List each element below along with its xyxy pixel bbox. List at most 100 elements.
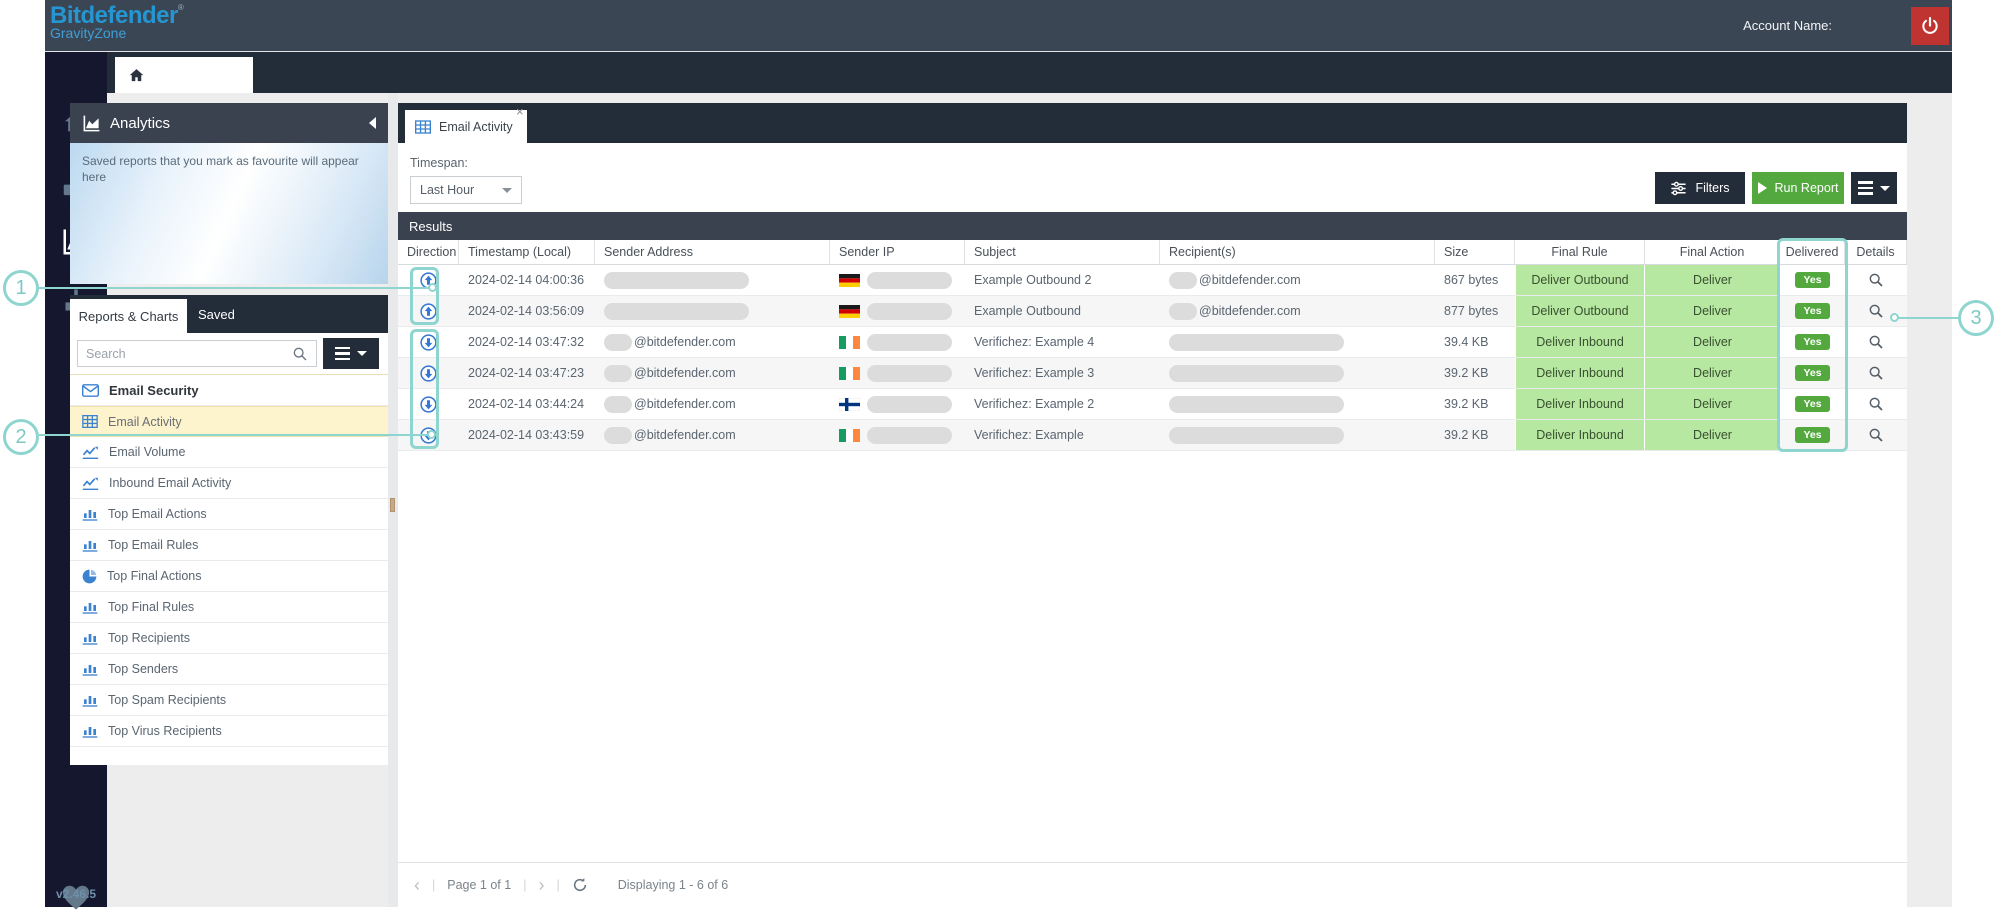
cell-subject: Verifichez: Example 4 [965,327,1160,357]
timespan-label: Timespan: [410,156,468,170]
details-magnifier-icon[interactable] [1868,334,1884,350]
filters-button-label: Filters [1695,181,1729,195]
report-list-item[interactable]: Top Virus Recipients [70,716,388,747]
grid-icon [82,415,98,428]
redacted-text-pill [867,427,952,444]
displaying-count-label: Displaying 1 - 6 of 6 [618,878,728,892]
cell-subject: Example Outbound [965,296,1160,326]
column-header-senderip[interactable]: Sender IP [830,240,965,264]
column-header-rule[interactable]: Final Rule [1515,240,1645,264]
delivered-status-badge: Yes [1795,303,1829,319]
column-header-size[interactable]: Size [1435,240,1515,264]
tab-saved[interactable]: Saved [198,295,235,333]
splitter-grip-handle[interactable] [390,498,395,512]
flag-fi-icon [839,398,860,411]
cell-action: Deliver [1645,296,1780,326]
table-row: 2024-02-14 03:47:32@bitdefender.comVerif… [398,327,1907,358]
cell-subject: Verifichez: Example [965,420,1160,450]
cell-size: 867 bytes [1435,265,1515,295]
timespan-dropdown[interactable]: Last Hour [410,176,522,204]
column-header-details[interactable]: Details [1845,240,1907,264]
results-section-header: Results [398,212,1907,240]
filters-button[interactable]: Filters [1655,172,1745,204]
run-report-button[interactable]: Run Report [1752,172,1844,204]
tab-home[interactable] [115,57,253,93]
details-magnifier-icon[interactable] [1868,272,1884,288]
filters-sliders-icon [1670,181,1687,196]
results-table-header: DirectionTimestamp (Local)Sender Address… [398,240,1907,265]
report-list-menu-button[interactable] [323,338,379,369]
report-list-item[interactable]: Top Senders [70,654,388,685]
details-magnifier-icon[interactable] [1868,427,1884,443]
cell-timestamp: 2024-02-14 04:00:36 [459,265,595,295]
cell-rule: Deliver Inbound [1515,358,1645,388]
registered-mark: ® [178,3,184,12]
panel-splitter[interactable] [388,93,398,907]
cell-rule: Deliver Outbound [1515,265,1645,295]
report-list-item[interactable]: Top Recipients [70,623,388,654]
cell-action: Deliver [1645,265,1780,295]
linechart-icon [82,476,99,490]
report-list-item[interactable]: Top Spam Recipients [70,685,388,716]
close-tab-icon[interactable]: × [516,105,524,118]
report-list-item-label: Top Virus Recipients [108,724,222,738]
search-input[interactable] [86,347,276,361]
barchart-icon [82,507,98,521]
callout-3-connector-dot [1890,313,1899,322]
details-magnifier-icon[interactable] [1868,303,1884,319]
report-list-item[interactable]: Top Final Actions [70,561,388,592]
cell-senderip [830,296,965,326]
logout-button[interactable] [1911,7,1949,45]
search-input-wrapper [77,340,317,367]
bitdefender-logo: Bitdefender® GravityZone [50,4,184,40]
report-list-item-label: Email Security [109,383,199,398]
cell-delivered: Yes [1780,358,1845,388]
favourites-panel: Saved reports that you mark as favourite… [70,143,388,284]
version-label: v2.46.5 [45,887,107,901]
previous-page-icon[interactable]: ‹ [414,876,420,894]
report-list-item-label: Top Final Rules [108,600,194,614]
details-magnifier-icon[interactable] [1868,365,1884,381]
table-row: 2024-02-14 03:44:24@bitdefender.comVerif… [398,389,1907,420]
column-header-subject[interactable]: Subject [965,240,1160,264]
column-header-sender[interactable]: Sender Address [595,240,830,264]
column-header-recipient[interactable]: Recipient(s) [1160,240,1435,264]
analytics-chart-icon [82,114,101,133]
redacted-text-pill [604,303,749,320]
report-list-item[interactable]: Inbound Email Activity [70,468,388,499]
redacted-text-pill [867,272,952,289]
cell-senderip [830,358,965,388]
next-page-icon[interactable]: › [538,876,544,894]
flag-ie-icon [839,367,860,380]
report-actions-menu-button[interactable] [1851,172,1897,204]
column-header-timestamp[interactable]: Timestamp (Local) [459,240,595,264]
column-header-delivered[interactable]: Delivered [1780,240,1845,264]
report-tabstrip: Email Activity × [398,103,1907,143]
refresh-icon[interactable] [572,877,588,893]
cell-details [1845,327,1907,357]
cell-timestamp: 2024-02-14 03:44:24 [459,389,595,419]
tab-reports-and-charts[interactable]: Reports & Charts [70,299,187,333]
column-header-direction[interactable]: Direction [398,240,459,264]
report-list-item[interactable]: Top Email Rules [70,530,388,561]
report-list-item[interactable]: Email Security [70,375,388,406]
redacted-text-pill [867,365,952,382]
cell-action: Deliver [1645,358,1780,388]
tab-email-activity[interactable]: Email Activity [405,110,527,143]
mail-icon [82,384,99,397]
report-list-item[interactable]: Email Activity [70,406,388,437]
cell-senderip [830,420,965,450]
collapse-panel-icon[interactable] [369,117,376,129]
report-list-item[interactable]: Top Email Actions [70,499,388,530]
delivered-status-badge: Yes [1795,334,1829,350]
cell-timestamp: 2024-02-14 03:56:09 [459,296,595,326]
report-list-item[interactable]: Top Final Rules [70,592,388,623]
column-header-action[interactable]: Final Action [1645,240,1780,264]
timespan-value: Last Hour [420,183,474,197]
details-magnifier-icon[interactable] [1868,396,1884,412]
table-icon [415,120,431,134]
barchart-icon [82,631,98,645]
report-search-row [70,333,388,375]
report-list-item[interactable]: Email Volume [70,437,388,468]
play-icon [1758,182,1767,194]
